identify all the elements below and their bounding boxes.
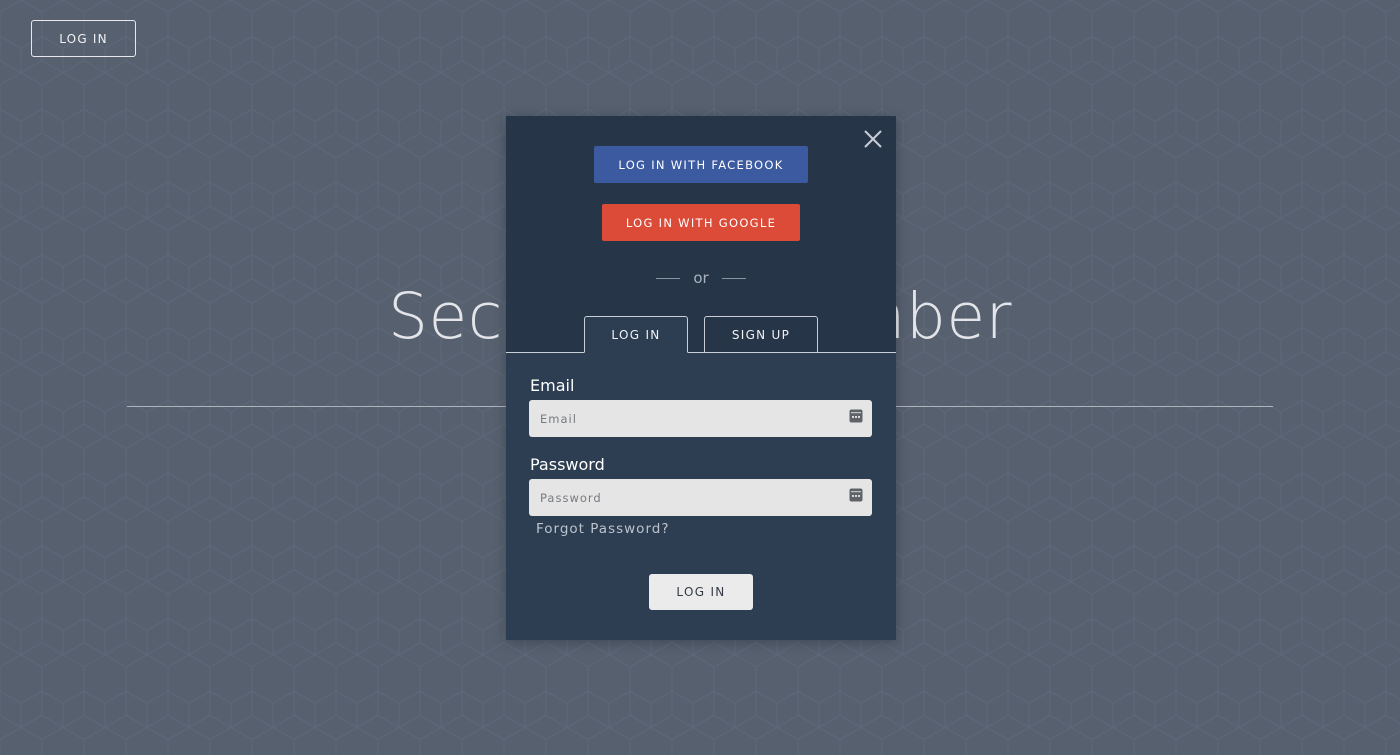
forgot-password-link[interactable]: Forgot Password? — [536, 521, 670, 537]
password-manager-icon[interactable] — [849, 488, 863, 502]
password-manager-icon[interactable] — [849, 409, 863, 423]
password-label: Password — [530, 455, 605, 474]
email-label: Email — [530, 376, 575, 395]
login-submit-button[interactable]: LOG IN — [649, 574, 753, 610]
login-modal: LOG IN WITH FACEBOOK LOG IN WITH GOOGLE … — [506, 116, 896, 640]
tab-sign-up[interactable]: SIGN UP — [704, 316, 818, 353]
or-divider: or — [506, 268, 896, 288]
password-field[interactable] — [529, 479, 872, 516]
header-login-button[interactable]: LOG IN — [31, 20, 136, 57]
close-icon[interactable] — [862, 128, 884, 150]
or-line-right — [721, 277, 746, 279]
google-login-button[interactable]: LOG IN WITH GOOGLE — [602, 204, 800, 241]
or-text: or — [693, 269, 709, 287]
tab-baseline — [506, 352, 896, 353]
or-line-left — [656, 277, 681, 279]
tab-log-in[interactable]: LOG IN — [584, 316, 688, 353]
facebook-login-button[interactable]: LOG IN WITH FACEBOOK — [594, 146, 808, 183]
email-field[interactable] — [529, 400, 872, 437]
